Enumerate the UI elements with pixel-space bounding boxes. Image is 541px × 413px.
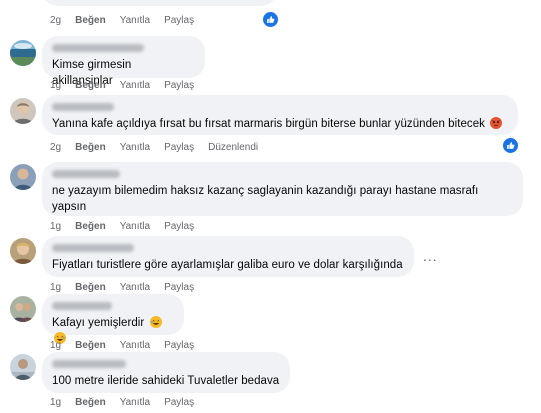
author-name-obscured[interactable] [52,360,126,368]
author-name-obscured[interactable] [52,302,112,310]
comment-time[interactable]: 1g [50,340,61,351]
comment-actions: 1g Beğen Yanıtla Paylaş [50,282,194,293]
comment-bubble: 100 metre ileride sahideki Tuvaletler be… [42,352,290,393]
like-button[interactable]: Beğen [75,15,106,26]
reply-button[interactable]: Yanıtla [120,340,150,351]
share-button[interactable]: Paylaş [164,142,194,153]
author-name-obscured[interactable] [52,103,114,111]
comment-bubble: Yanına kafe açıldıya fırsat bu fırsat ma… [42,95,518,135]
comment-text-content: Yanına kafe açıldıya fırsat bu fırsat ma… [52,118,485,130]
like-button[interactable]: Beğen [75,221,106,232]
comment-thread: 2g Beğen Yanıtla Paylaş Kimse girmesin a… [0,0,541,413]
avatar[interactable] [10,40,36,66]
like-button[interactable]: Beğen [75,142,106,153]
like-reaction-icon[interactable] [502,137,519,154]
like-button[interactable]: Beğen [75,80,106,91]
reply-button[interactable]: Yanıtla [120,142,150,153]
more-options-icon[interactable]: ... [423,248,438,264]
comment-time[interactable]: 1g [50,221,61,232]
comment-time[interactable]: 1g [50,80,61,91]
like-reaction-icon[interactable] [262,11,279,28]
avatar[interactable] [10,296,36,322]
avatar[interactable] [10,98,36,124]
share-button[interactable]: Paylaş [164,282,194,293]
comment-bubble: Kimse girmesin akillansinlar [42,36,205,87]
edited-label: Düzenlendi [208,142,259,153]
comment-text: 100 metre ileride sahideki Tuvaletler be… [52,375,280,387]
comment-text-content: Kafayı yemişlerdir [52,317,145,329]
share-button[interactable]: Paylaş [164,397,194,408]
reply-button[interactable]: Yanıtla [120,15,150,26]
like-button[interactable]: Beğen [75,340,106,351]
author-name-obscured[interactable] [52,44,144,52]
thumbs-up-icon [267,16,275,23]
comment-time[interactable]: 2g [50,142,61,153]
comment-actions: 1g Beğen Yanıtla Paylaş [50,221,194,232]
comment-time[interactable]: 1g [50,397,61,408]
comment-time[interactable]: 1g [50,282,61,293]
reply-button[interactable]: Yanıtla [120,80,150,91]
share-button[interactable]: Paylaş [164,15,194,26]
comment-bubble [42,0,277,6]
comment-bubble: Kafayı yemişlerdir [42,294,184,344]
comment-actions: 2g Beğen Yanıtla Paylaş [50,15,194,26]
reply-button[interactable]: Yanıtla [120,397,150,408]
rolling-laughing-face-icon [149,316,162,328]
comment-text: ne yazayım bilemedim haksız kazanç sagla… [52,185,479,213]
thumbs-up-icon [507,142,515,149]
avatar[interactable] [10,164,36,190]
share-button[interactable]: Paylaş [164,80,194,91]
avatar[interactable] [10,238,36,264]
comment-actions: 1g Beğen Yanıtla Paylaş [50,80,194,91]
like-button[interactable]: Beğen [75,397,106,408]
reply-button[interactable]: Yanıtla [120,282,150,293]
comment-text: Yanına kafe açıldıya fırsat bu fırsat ma… [52,116,508,132]
comment-actions: 1g Beğen Yanıtla Paylaş [50,397,194,408]
avatar[interactable] [10,354,36,380]
comment-text: Fiyatları turistlere göre ayarlamışlar g… [52,259,403,271]
comment-actions: 1g Beğen Yanıtla Paylaş [50,340,194,351]
share-button[interactable]: Paylaş [164,221,194,232]
comment-bubble: Fiyatları turistlere göre ayarlamışlar g… [42,236,414,277]
author-name-obscured[interactable] [52,244,134,252]
comment-actions: 2g Beğen Yanıtla Paylaş Düzenlendi [50,142,258,153]
comment-bubble: ne yazayım bilemedim haksız kazanç sagla… [42,162,523,216]
reply-button[interactable]: Yanıtla [120,221,150,232]
share-button[interactable]: Paylaş [164,340,194,351]
comment-time[interactable]: 2g [50,15,61,26]
angry-face-icon [490,117,503,129]
like-button[interactable]: Beğen [75,282,106,293]
author-name-obscured[interactable] [52,170,120,178]
